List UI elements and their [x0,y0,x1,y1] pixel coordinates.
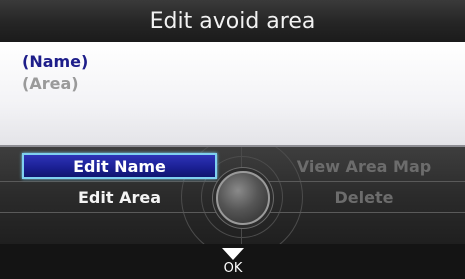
screen-title: Edit avoid area [149,8,316,34]
title-bar: Edit avoid area [0,0,465,43]
edit-area-button[interactable]: Edit Area [22,184,217,210]
avoid-area-info-panel: (Name) (Area) [0,42,465,147]
bottom-bar: OK [0,244,465,279]
nav-screen: Edit avoid area (Name) (Area) Edit Name … [0,0,465,279]
view-area-map-button[interactable]: View Area Map [268,153,460,179]
down-arrow-icon [222,248,244,260]
area-location-text: (Area) [22,74,79,93]
ok-label: OK [223,261,243,276]
ok-button[interactable]: OK [218,244,248,279]
area-name-text: (Name) [22,52,89,71]
edit-name-button[interactable]: Edit Name [22,153,217,179]
delete-button[interactable]: Delete [268,184,460,210]
menu-area: Edit Name Edit Area View Area Map Delete [0,147,465,244]
joystick-knob-icon [216,171,270,225]
